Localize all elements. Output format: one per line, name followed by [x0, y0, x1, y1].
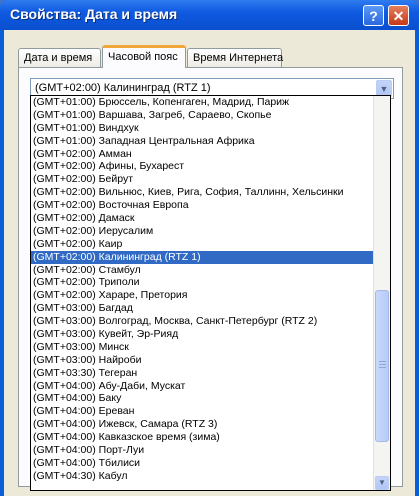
close-button[interactable]: ✕ [388, 5, 409, 26]
list-item[interactable]: (GMT+02:00) Вильнюс, Киев, Рига, София, … [31, 186, 374, 199]
list-item[interactable]: (GMT+04:00) Ереван [31, 405, 374, 418]
list-item[interactable]: (GMT+03:00) Волгоград, Москва, Санкт-Пет… [31, 315, 374, 328]
list-item[interactable]: (GMT+04:00) Порт-Луи [31, 444, 374, 457]
list-item[interactable]: (GMT+01:00) Брюссель, Копенгаген, Мадрид… [31, 96, 374, 109]
list-item[interactable]: (GMT+02:00) Дамаск [31, 212, 374, 225]
timezone-list: (GMT+01:00) Брюссель, Копенгаген, Мадрид… [31, 96, 374, 483]
list-item[interactable]: (GMT+02:00) Амман [31, 148, 374, 161]
grip-line [379, 361, 386, 362]
list-item[interactable]: (GMT+04:00) Кавказское время (зима) [31, 431, 374, 444]
list-item[interactable]: (GMT+03:00) Найроби [31, 354, 374, 367]
properties-window: Свойства: Дата и время ? ✕ Дата и время … [0, 0, 419, 496]
list-item[interactable]: (GMT+04:30) Кабул [31, 470, 374, 483]
scroll-down-button[interactable]: ▼ [375, 476, 389, 490]
list-item[interactable]: (GMT+04:00) Ижевск, Самара (RTZ 3) [31, 418, 374, 431]
help-icon: ? [369, 8, 378, 24]
tab-time-zone[interactable]: Часовой пояс [102, 45, 186, 68]
list-item[interactable]: (GMT+01:00) Западная Центральная Африка [31, 135, 374, 148]
list-item[interactable]: (GMT+02:00) Каир [31, 238, 374, 251]
help-button[interactable]: ? [363, 5, 384, 26]
combobox-value: (GMT+02:00) Калининград (RTZ 1) [35, 82, 211, 94]
list-item[interactable]: (GMT+02:00) Афины, Бухарест [31, 160, 374, 173]
scroll-down-icon: ▼ [378, 478, 386, 487]
list-item[interactable]: (GMT+04:00) Тбилиси [31, 457, 374, 470]
vertical-scrollbar[interactable]: ▼ [373, 96, 390, 490]
list-item[interactable]: (GMT+01:00) Варшава, Загреб, Сараево, Ск… [31, 109, 374, 122]
chevron-down-icon: ▼ [379, 84, 389, 94]
list-item[interactable]: (GMT+03:30) Тегеран [31, 367, 374, 380]
grip-line [379, 367, 386, 368]
title-bar[interactable]: Свойства: Дата и время ? ✕ [0, 0, 419, 30]
list-item[interactable]: (GMT+04:00) Абу-Даби, Мускат [31, 380, 374, 393]
list-item[interactable]: (GMT+02:00) Триполи [31, 276, 374, 289]
list-item[interactable]: (GMT+01:00) Виндхук [31, 122, 374, 135]
list-item[interactable]: (GMT+02:00) Бейрут [31, 173, 374, 186]
list-item[interactable]: (GMT+03:00) Минск [31, 341, 374, 354]
list-item[interactable]: (GMT+03:00) Багдад [31, 302, 374, 315]
list-item[interactable]: (GMT+02:00) Стамбул [31, 264, 374, 277]
list-item[interactable]: (GMT+02:00) Иерусалим [31, 225, 374, 238]
close-icon: ✕ [392, 8, 405, 24]
grip-line [379, 364, 386, 365]
list-item[interactable]: (GMT+02:00) Хараре, Претория [31, 289, 374, 302]
list-item[interactable]: (GMT+02:00) Восточная Европа [31, 199, 374, 212]
list-item[interactable]: (GMT+03:00) Кувейт, Эр-Рияд [31, 328, 374, 341]
timezone-dropdown-list[interactable]: (GMT+01:00) Брюссель, Копенгаген, Мадрид… [30, 95, 391, 491]
list-item[interactable]: (GMT+02:00) Калининград (RTZ 1) [31, 250, 374, 264]
scrollbar-thumb[interactable] [375, 290, 389, 442]
window-title: Свойства: Дата и время [10, 6, 178, 22]
tab-date-time[interactable]: Дата и время [18, 48, 101, 67]
list-item[interactable]: (GMT+04:00) Баку [31, 392, 374, 405]
tab-internet-time[interactable]: Время Интернета [187, 48, 283, 67]
